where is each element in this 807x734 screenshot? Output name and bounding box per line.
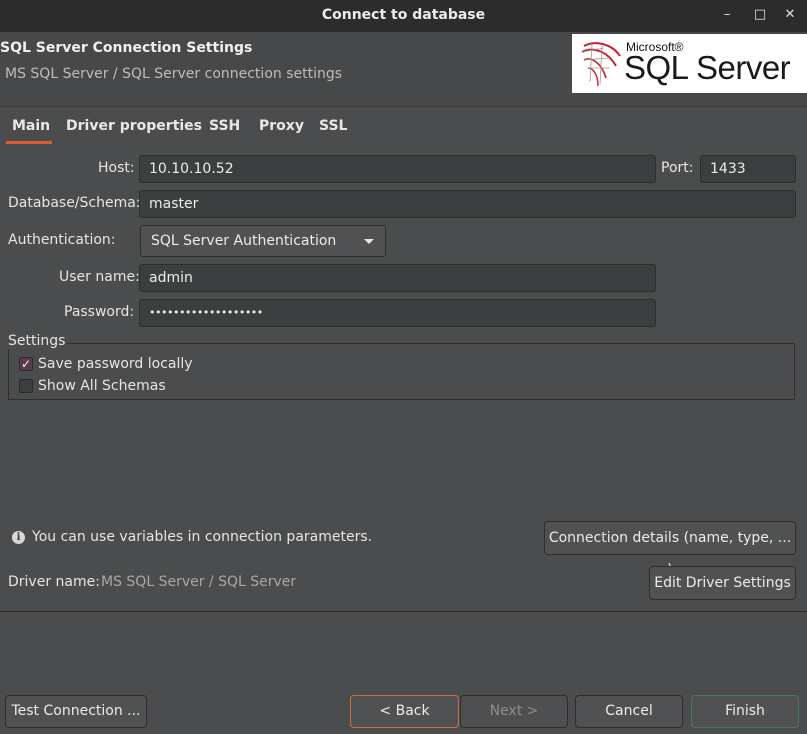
tab-ssl[interactable]: SSL xyxy=(319,117,347,141)
minimize-icon[interactable]: – xyxy=(716,5,738,25)
finish-button[interactable]: Finish xyxy=(691,695,799,728)
port-label: Port: xyxy=(661,160,694,176)
authentication-label: Authentication: xyxy=(8,232,116,248)
driver-name-label: Driver name: xyxy=(8,574,100,590)
cancel-button[interactable]: Cancel xyxy=(575,695,683,728)
host-input[interactable]: 10.10.10.52 xyxy=(139,155,656,183)
tab-driver-properties[interactable]: Driver properties xyxy=(66,117,202,141)
page-header: SQL Server Connection Settings MS SQL Se… xyxy=(0,32,807,107)
database-label: Database/Schema: xyxy=(8,195,141,211)
logo-sql-server-text: SQL Server xyxy=(624,49,791,86)
edit-driver-settings-button[interactable]: Edit Driver Settings xyxy=(649,566,796,600)
save-password-checkbox[interactable]: ✓ xyxy=(19,357,33,371)
connection-details-button[interactable]: Connection details (name, type, ... ) xyxy=(544,521,796,578)
test-connection-button[interactable]: Test Connection ... xyxy=(5,695,147,728)
save-password-label[interactable]: Save password locally xyxy=(38,356,193,372)
settings-group-title: Settings xyxy=(8,333,68,349)
sql-server-logo-icon xyxy=(581,42,621,87)
host-label: Host: xyxy=(98,160,135,176)
checkmark-icon: ✓ xyxy=(21,357,32,371)
window-title: Connect to database xyxy=(321,7,486,23)
authentication-value: SQL Server Authentication xyxy=(151,233,337,249)
driver-name-value: MS SQL Server / SQL Server xyxy=(101,574,297,590)
variables-hint: You can use variables in connection para… xyxy=(32,529,373,545)
chevron-down-icon xyxy=(364,239,374,244)
username-input[interactable]: admin xyxy=(139,264,656,292)
authentication-select[interactable]: SQL Server Authentication xyxy=(140,225,386,257)
tab-ssh[interactable]: SSH xyxy=(209,117,240,141)
show-all-schemas-label[interactable]: Show All Schemas xyxy=(38,378,166,394)
tab-main[interactable]: Main xyxy=(12,117,50,141)
password-input[interactable]: ••••••••••••••••••• xyxy=(139,299,656,327)
next-button[interactable]: Next > xyxy=(460,695,568,728)
page-subtitle: MS SQL Server / SQL Server connection se… xyxy=(5,66,343,82)
close-icon[interactable]: ✕ xyxy=(779,5,801,25)
maximize-icon[interactable]: □ xyxy=(749,5,771,25)
sql-server-logo: Microsoft® SQL Server xyxy=(572,34,807,93)
tab-proxy[interactable]: Proxy xyxy=(259,117,304,141)
back-button[interactable]: < Back xyxy=(350,695,459,728)
database-input[interactable]: master xyxy=(139,190,796,218)
page-title: SQL Server Connection Settings xyxy=(0,40,253,56)
username-label: User name: xyxy=(59,269,140,285)
show-all-schemas-checkbox[interactable] xyxy=(19,379,33,393)
active-tab-indicator xyxy=(6,141,52,144)
port-input[interactable]: 1433 xyxy=(700,155,796,183)
info-icon: i xyxy=(12,531,25,544)
title-bar: Connect to database – □ ✕ xyxy=(0,0,807,32)
password-label: Password: xyxy=(64,304,135,320)
